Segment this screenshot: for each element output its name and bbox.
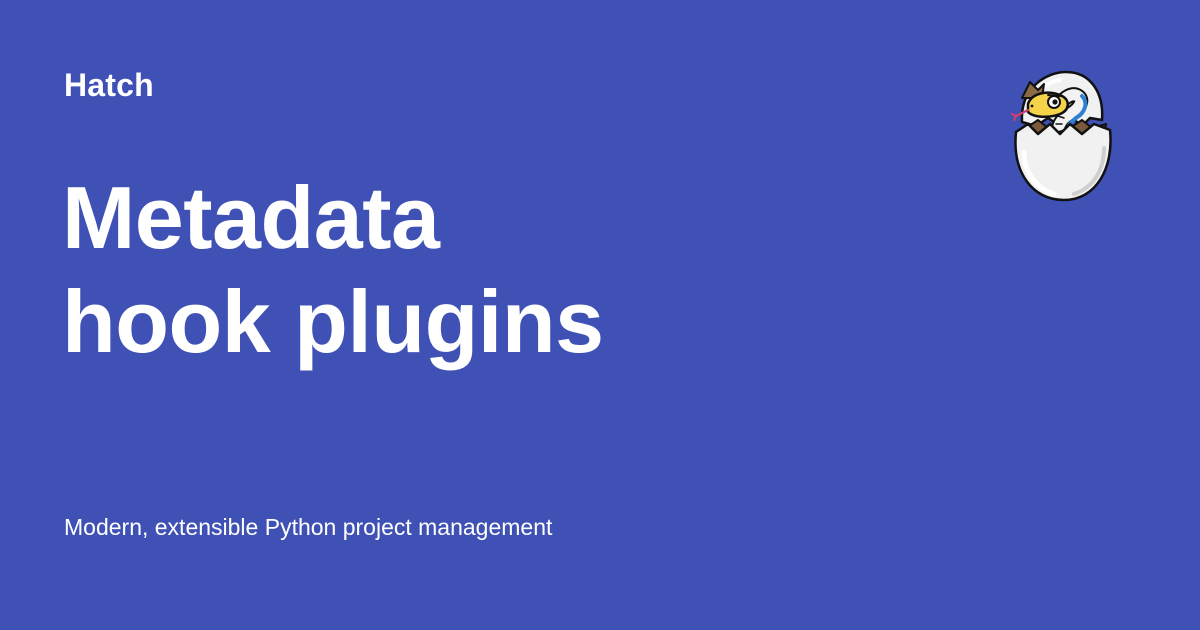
hatching-snake-egg-icon [1010, 70, 1112, 202]
site-name: Hatch [64, 67, 154, 103]
page-title-line-1: Metadata [62, 168, 440, 267]
egg-shell-bottom [1014, 122, 1112, 202]
social-card: Hatch Metadata hook plugins Modern, exte… [0, 0, 1200, 630]
page-title: Metadata hook plugins [62, 166, 882, 374]
tagline: Modern, extensible Python project manage… [64, 514, 553, 540]
page-title-line-2: hook plugins [62, 272, 604, 371]
